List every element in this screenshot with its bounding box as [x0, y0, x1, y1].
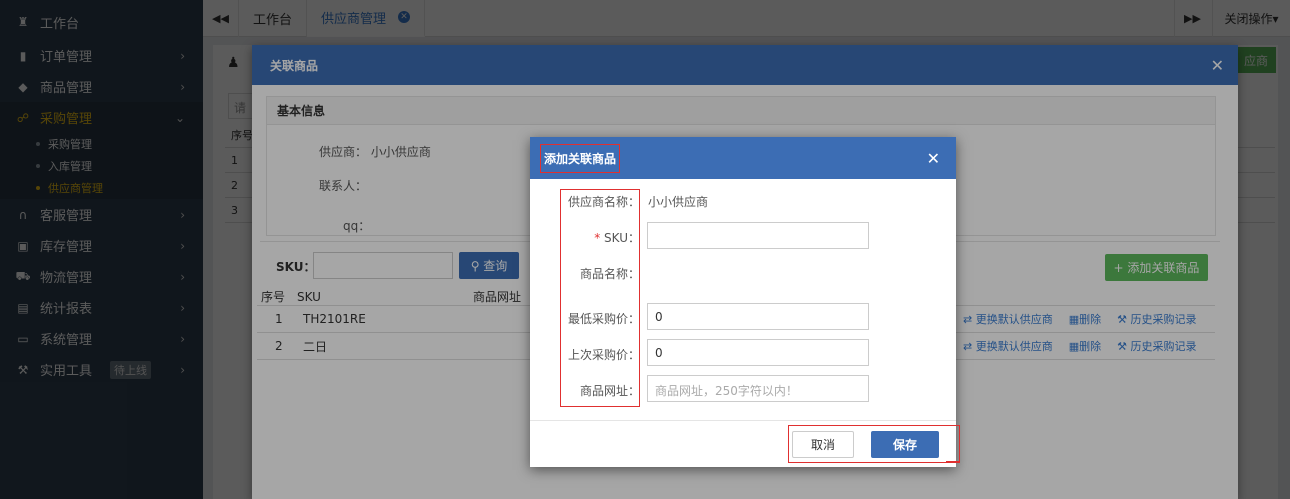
modal-header: 添加关联商品 ✕ — [530, 137, 956, 179]
close-icon[interactable]: ✕ — [927, 149, 940, 168]
modal-title: 添加关联商品 — [540, 143, 621, 173]
annotation-highlight-box — [560, 189, 640, 407]
product-url-field[interactable]: 商品网址，250字符以内！ — [647, 375, 869, 402]
last-price-field[interactable]: 0 — [647, 339, 869, 366]
add-linked-product-modal: 添加关联商品 ✕ 供应商名称： 小小供应商 * SKU： 商品名称： 最低采购价… — [530, 137, 956, 467]
min-price-field[interactable]: 0 — [647, 303, 869, 330]
supplier-name-value: 小小供应商 — [648, 195, 709, 209]
annotation-highlight-box — [788, 425, 960, 463]
sku-field[interactable] — [647, 222, 869, 249]
annotation-mark — [946, 461, 960, 463]
